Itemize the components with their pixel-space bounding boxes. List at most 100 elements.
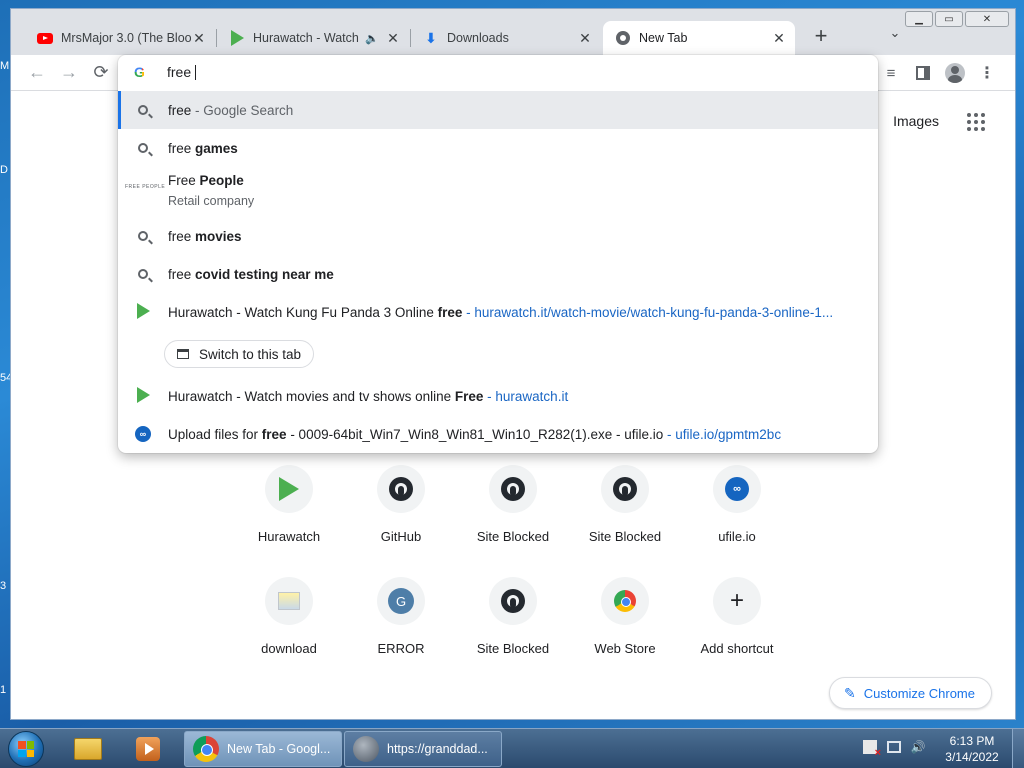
menu-kebab-icon[interactable]: ⋮ <box>977 61 997 85</box>
speaker-icon[interactable]: 🔈 <box>365 32 379 45</box>
shortcut-label: GitHub <box>380 529 422 544</box>
suggestion-text: Hurawatch - Watch Kung Fu Panda 3 Online… <box>168 304 834 320</box>
suggestion-row[interactable]: Hurawatch - Watch Kung Fu Panda 3 Online… <box>118 293 878 331</box>
shortcut-label: download <box>261 641 317 656</box>
ufile-icon: ∞ <box>135 426 151 442</box>
customize-chrome-button[interactable]: ✎ Customize Chrome <box>829 677 992 709</box>
suggestion-row[interactable]: free movies <box>118 217 878 255</box>
shortcut-site-blocked[interactable]: Site Blocked <box>457 465 569 544</box>
suggestion-text: Free People <box>168 173 244 188</box>
close-icon[interactable]: ✕ <box>577 30 593 47</box>
clock-time: 6:13 PM <box>949 734 995 748</box>
profile-avatar-button[interactable] <box>943 61 967 85</box>
suggestion-row[interactable]: Hurawatch - Watch movies and tv shows on… <box>118 377 878 415</box>
g-letter: G <box>388 588 414 614</box>
omnibox-dropdown: G free free - Google Search free games F… <box>118 55 878 453</box>
tab-title: New Tab <box>639 31 688 45</box>
suggestion-row[interactable]: free - Google Search <box>118 91 878 129</box>
tab-title: Hurawatch - Watch <box>253 31 359 45</box>
show-desktop-button[interactable] <box>1012 729 1024 768</box>
plus-icon: + <box>713 577 761 625</box>
taskbar-button-chrome[interactable]: New Tab - Googl... <box>184 731 342 767</box>
side-panel-icon[interactable] <box>911 61 935 85</box>
close-icon[interactable]: ✕ <box>191 30 207 47</box>
tab-hurawatch[interactable]: Hurawatch - Watch 🔈 ✕ <box>217 21 409 55</box>
hurawatch-icon <box>135 386 151 406</box>
images-link[interactable]: Images <box>893 113 939 129</box>
taskbar-button-label: https://granddad... <box>387 742 488 756</box>
taskbar-button-label: New Tab - Googl... <box>227 742 331 756</box>
close-icon[interactable]: ✕ <box>385 30 401 47</box>
github-icon <box>377 465 425 513</box>
tab-mrsmajor[interactable]: MrsMajor 3.0 (The Blood ✕ <box>25 21 215 55</box>
close-window-button[interactable]: ✕ <box>965 11 1009 27</box>
media-player-taskbar-icon[interactable] <box>126 733 170 765</box>
suggestion-row[interactable]: free games <box>118 129 878 167</box>
suggestion-text: Upload files for free - 0009-64bit_Win7_… <box>168 426 782 442</box>
window-controls: ▁ ▭ ✕ <box>905 11 1009 27</box>
shortcut-site-blocked[interactable]: Site Blocked <box>457 577 569 656</box>
omnibox-text[interactable]: free <box>167 64 197 80</box>
suggestion-row[interactable]: FREE PEOPLE Free People Retail company <box>118 167 878 217</box>
shortcut-hurawatch[interactable]: Hurawatch <box>233 465 345 544</box>
suggestion-subtitle: Retail company <box>168 194 255 208</box>
tab-title: MrsMajor 3.0 (The Blood <box>61 31 191 45</box>
close-icon[interactable]: ✕ <box>771 30 787 47</box>
switch-to-tab-button[interactable]: Switch to this tab <box>164 340 315 368</box>
tab-search-button[interactable]: ⌄ <box>883 25 907 49</box>
network-icon[interactable] <box>886 739 902 755</box>
action-center-flag-icon[interactable] <box>862 739 881 759</box>
google-icon: G <box>134 64 150 80</box>
shortcut-download[interactable]: download <box>233 577 345 656</box>
back-button[interactable]: ← <box>25 61 49 85</box>
shortcut-label: Add shortcut <box>700 641 774 656</box>
globe-icon <box>353 736 379 762</box>
tab-icon <box>177 349 189 359</box>
suggestion-row[interactable]: free covid testing near me <box>118 255 878 293</box>
tab-downloads[interactable]: ⬇ Downloads ✕ <box>411 21 601 55</box>
volume-icon[interactable]: 🔊 <box>910 739 926 755</box>
reload-button[interactable]: ⟳ <box>89 61 113 85</box>
shortcut-label: Site Blocked <box>476 529 550 544</box>
add-shortcut-button[interactable]: + Add shortcut <box>681 577 793 656</box>
shortcut-label: ERROR <box>377 641 425 656</box>
forward-button[interactable]: → <box>57 61 81 85</box>
shortcut-github[interactable]: GitHub <box>345 465 457 544</box>
shortcut-label: Site Blocked <box>588 529 662 544</box>
clock-date: 3/14/2022 <box>945 750 999 764</box>
shortcut-web-store[interactable]: Web Store <box>569 577 681 656</box>
desktop-label: 3 <box>0 580 7 592</box>
suggestion-row[interactable]: ∞ Upload files for free - 0009-64bit_Win… <box>118 415 878 453</box>
media-control-icon[interactable]: ≡ <box>879 61 903 85</box>
omnibox-input[interactable]: G free <box>118 55 878 89</box>
maximize-button[interactable]: ▭ <box>935 11 963 27</box>
taskbar-clock[interactable]: 6:13 PM 3/14/2022 <box>936 733 1008 765</box>
tab-strip: MrsMajor 3.0 (The Blood ✕ Hurawatch - Wa… <box>11 9 1015 55</box>
desktop-label: 1 <box>0 684 7 696</box>
tab-title: Downloads <box>447 31 509 45</box>
download-icon: ⬇ <box>425 29 437 46</box>
shortcut-site-blocked[interactable]: Site Blocked <box>569 465 681 544</box>
pencil-icon: ✎ <box>844 684 856 701</box>
start-button[interactable] <box>8 731 44 767</box>
file-explorer-taskbar-icon[interactable] <box>66 733 110 765</box>
minimize-button[interactable]: ▁ <box>905 11 933 27</box>
shortcut-error[interactable]: G ERROR <box>345 577 457 656</box>
new-tab-button[interactable]: + <box>807 23 835 51</box>
hurawatch-icon <box>135 302 151 322</box>
customize-label: Customize Chrome <box>863 685 975 701</box>
suggestion-text: free games <box>168 140 238 156</box>
tab-new-tab[interactable]: New Tab ✕ <box>603 21 795 55</box>
github-icon <box>601 465 649 513</box>
apps-grid-icon[interactable] <box>967 113 985 131</box>
shortcut-ufile[interactable]: ∞ ufile.io <box>681 465 793 544</box>
download-image-icon <box>265 577 313 625</box>
system-tray: 🔊 <box>862 739 926 759</box>
suggestion-text: free covid testing near me <box>168 266 334 282</box>
search-icon <box>135 103 151 118</box>
g-letter-icon: G <box>377 577 425 625</box>
shortcut-label: Web Store <box>594 641 656 656</box>
taskbar-button-browser[interactable]: https://granddad... <box>344 731 502 767</box>
webstore-icon <box>601 577 649 625</box>
suggestion-text: Hurawatch - Watch movies and tv shows on… <box>168 388 569 404</box>
